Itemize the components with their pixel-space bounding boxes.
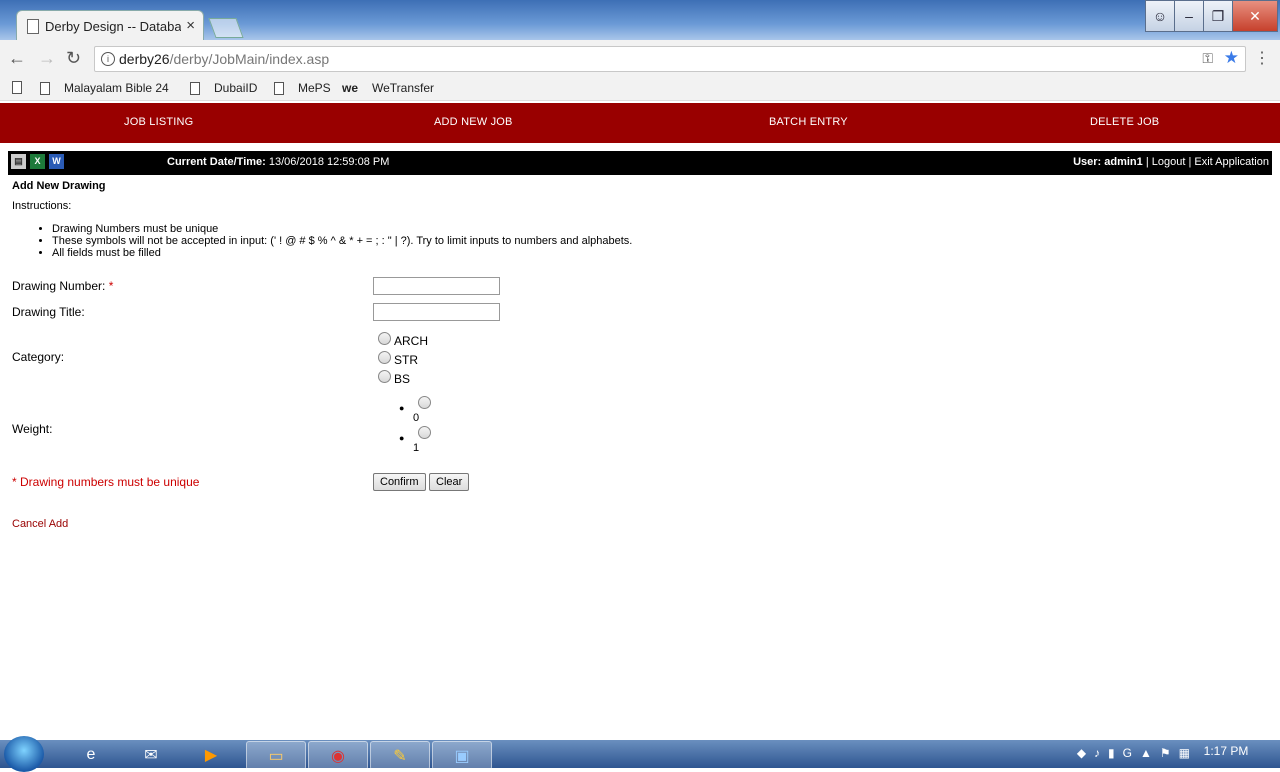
new-tab-button[interactable] <box>208 18 244 38</box>
print-icon[interactable]: ▤ <box>11 154 26 169</box>
apps-bookmark[interactable] <box>12 81 36 94</box>
outlook-icon[interactable]: ✉ <box>122 741 180 768</box>
nav-job-listing[interactable]: JOB LISTING <box>124 116 193 128</box>
drawing-number-label: Drawing Number: * <box>12 279 114 293</box>
bookmark-dubaiid[interactable]: DubaiID <box>190 81 257 95</box>
tab-title: Derby Design -- Databas <box>45 19 181 34</box>
media-player-icon[interactable]: ▶ <box>182 741 240 768</box>
wetransfer-icon: we <box>342 81 359 95</box>
bookmark-malayalam-bible[interactable]: Malayalam Bible 24 <box>40 81 169 95</box>
browser-tab[interactable]: Derby Design -- Databas × <box>16 10 204 41</box>
page-icon <box>274 81 284 95</box>
restore-button[interactable]: ❐ <box>1203 0 1233 32</box>
user-area: User: admin1 | Logout | Exit Application <box>1073 156 1269 168</box>
exit-application-link[interactable]: Exit Application <box>1194 156 1269 168</box>
unique-note: * Drawing numbers must be unique <box>12 475 200 489</box>
category-label: Category: <box>12 350 65 364</box>
page-icon <box>190 81 200 95</box>
category-radio-arch[interactable] <box>378 332 391 345</box>
photo-viewer-icon[interactable]: ▣ <box>432 741 492 770</box>
instruction-item: Drawing Numbers must be unique <box>52 223 632 235</box>
g-icon[interactable]: G <box>1123 746 1132 760</box>
flag-icon[interactable]: ⚑ <box>1160 746 1171 760</box>
category-bs-label: BS <box>394 372 411 386</box>
info-icon[interactable]: i <box>101 52 115 66</box>
drawing-title-label: Drawing Title: <box>12 305 85 319</box>
bullet-icon: ● <box>399 403 405 413</box>
drawing-title-input[interactable] <box>373 303 500 321</box>
category-str-label: STR <box>394 353 418 367</box>
word-icon[interactable]: W <box>49 154 64 169</box>
user-name: User: admin1 <box>1073 156 1143 168</box>
drawing-number-input[interactable] <box>373 277 500 295</box>
logout-link[interactable]: Logout <box>1152 156 1186 168</box>
app-nav: JOB LISTING ADD NEW JOB BATCH ENTRY DELE… <box>0 103 1280 143</box>
close-window-button[interactable]: ✕ <box>1232 0 1278 32</box>
form-title: Add New Drawing <box>12 180 106 192</box>
internet-explorer-icon[interactable]: e <box>62 741 120 768</box>
weight-label: Weight: <box>12 422 53 436</box>
bullet-icon: ● <box>399 433 405 443</box>
page-icon <box>12 81 22 94</box>
file-explorer-icon[interactable]: ▭ <box>246 741 306 770</box>
current-datetime: Current Date/Time: 13/06/2018 12:59:08 P… <box>167 156 390 168</box>
weight-radio-0[interactable] <box>418 396 431 409</box>
category-arch-label: ARCH <box>394 334 429 348</box>
nav-batch-entry[interactable]: BATCH ENTRY <box>769 116 848 128</box>
weight-0-label: 0 <box>413 412 420 424</box>
profile-icon[interactable]: ☺ <box>1145 0 1175 32</box>
bookmarks-bar: Malayalam Bible 24 DubaiID MePS we WeTran… <box>0 76 1280 101</box>
address-bar[interactable]: i derby26/derby/JobMain/index.asp ⚿ ★ <box>94 46 1246 72</box>
forward-icon[interactable]: → <box>38 48 56 69</box>
nav-add-new-job[interactable]: ADD NEW JOB <box>434 116 513 128</box>
start-button[interactable] <box>4 736 44 772</box>
browser-toolbar: ← → ↻ i derby26/derby/JobMain/index.asp … <box>0 40 1280 76</box>
instruction-item: All fields must be filled <box>52 247 632 259</box>
bookmark-wetransfer[interactable]: we WeTransfer <box>342 81 434 95</box>
url-text: derby26/derby/JobMain/index.asp <box>119 51 330 67</box>
clock[interactable]: 1:17 PM <box>1186 744 1266 758</box>
app-tray-icon[interactable]: ▲ <box>1140 746 1152 760</box>
instructions-label: Instructions: <box>12 200 72 212</box>
taskbar: e ✉ ▶ ▭ ◉ ✎ ▣ ◆ ♪ ▮ G ▲ ⚑ ▦ 1:17 PM <box>0 736 1280 772</box>
volume-icon[interactable]: ♪ <box>1094 746 1100 760</box>
info-bar: ▤ X W Current Date/Time: 13/06/2018 12:5… <box>8 151 1272 175</box>
minimize-button[interactable]: – <box>1174 0 1204 32</box>
category-radio-bs[interactable] <box>378 370 391 383</box>
page-icon <box>27 19 39 34</box>
excel-icon[interactable]: X <box>30 154 45 169</box>
system-tray: ◆ ♪ ▮ G ▲ ⚑ ▦ <box>1077 746 1190 760</box>
network-icon[interactable]: ▮ <box>1108 746 1115 760</box>
confirm-button[interactable]: Confirm <box>373 473 426 491</box>
paint-icon[interactable]: ✎ <box>370 741 430 770</box>
nav-delete-job[interactable]: DELETE JOB <box>1090 116 1159 128</box>
tab-close-icon[interactable]: × <box>186 17 195 34</box>
browser-titlebar: Derby Design -- Databas × ☺ – ❐ ✕ <box>0 0 1280 41</box>
weight-radio-1[interactable] <box>418 426 431 439</box>
clear-button[interactable]: Clear <box>429 473 470 491</box>
bookmark-meps[interactable]: MePS <box>274 81 331 95</box>
weight-1-label: 1 <box>413 442 420 454</box>
chrome-icon[interactable]: ◉ <box>308 741 368 770</box>
reload-icon[interactable]: ↻ <box>66 48 81 69</box>
key-icon[interactable]: ⚿ <box>1202 50 1213 67</box>
instructions-list: Drawing Numbers must be unique These sym… <box>12 223 632 259</box>
bookmark-star-icon[interactable]: ★ <box>1224 48 1239 68</box>
back-icon[interactable]: ← <box>8 48 26 69</box>
page-icon <box>40 81 50 95</box>
dropbox-icon[interactable]: ◆ <box>1077 746 1086 760</box>
instruction-item: These symbols will not be accepted in in… <box>52 235 632 247</box>
category-radio-str[interactable] <box>378 351 391 364</box>
window-controls: ☺ – ❐ ✕ <box>1145 0 1278 32</box>
cancel-add-link[interactable]: Cancel Add <box>12 518 68 530</box>
menu-icon[interactable]: ⋮ <box>1254 48 1270 68</box>
